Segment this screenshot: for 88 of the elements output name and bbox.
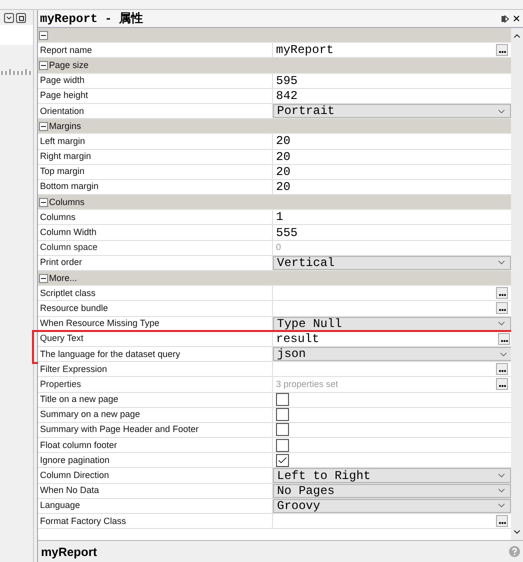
section-header[interactable]: Margins (38, 119, 511, 134)
collapse-icon[interactable] (39, 274, 48, 283)
section-header[interactable]: Page size (38, 58, 511, 74)
field-value[interactable]: 595 (276, 74, 298, 87)
collapse-icon[interactable] (39, 60, 48, 70)
field-value[interactable]: 555 (276, 226, 298, 239)
property-label: Right margin (40, 152, 92, 162)
property-label: When No Data (40, 486, 100, 496)
ellipsis-icon (498, 51, 506, 54)
section-header[interactable]: More... (38, 271, 511, 286)
property-label: Column Width (40, 228, 97, 238)
checkbox[interactable] (276, 393, 289, 406)
field-value[interactable]: 20 (276, 135, 290, 148)
section-label: More... (49, 274, 78, 283)
checkbox[interactable] (276, 408, 289, 422)
property-label: Top margin (40, 167, 85, 176)
panel-title: myReport - 属性 (40, 10, 144, 28)
property-label: Column space (40, 243, 98, 252)
field-value[interactable]: myReport (276, 44, 496, 56)
dropdown[interactable]: No Pages (273, 484, 511, 498)
field-value[interactable]: 20 (276, 150, 290, 163)
ellipsis-icon (500, 340, 508, 342)
dropdown-button[interactable] (4, 13, 14, 23)
ellipsis-button[interactable] (498, 332, 510, 345)
scrollbar[interactable] (511, 28, 523, 540)
dropdown[interactable]: Left to Right (273, 468, 511, 483)
dropdown[interactable]: json (273, 346, 513, 362)
property-label: Summary with Page Header and Footer (40, 425, 199, 434)
editor-canvas (0, 25, 33, 45)
property-label: Page height (40, 91, 88, 100)
section-label: Columns (49, 198, 85, 207)
field-value[interactable]: result (276, 332, 498, 345)
property-label: Resource bundle (40, 304, 108, 313)
property-label: Bottom margin (40, 182, 99, 192)
section-label: Page size (49, 60, 89, 70)
ellipsis-button[interactable] (496, 363, 508, 376)
property-label: Ignore pagination (40, 456, 110, 465)
chevron-down-icon (5, 14, 13, 22)
checkbox[interactable] (276, 423, 289, 436)
ruler-drawing (0, 69, 32, 75)
property-label: Title on a new page (40, 395, 118, 404)
field-value[interactable]: 1 (276, 211, 284, 224)
dropdown[interactable]: Portrait (273, 104, 511, 118)
collapse-icon[interactable] (39, 198, 48, 207)
section-header[interactable]: Columns (38, 195, 511, 210)
property-label: Orientation (40, 106, 84, 116)
checkbox[interactable] (276, 454, 289, 467)
ellipsis-icon (498, 370, 506, 372)
property-label: Format Factory Class (40, 516, 126, 526)
property-label: The language for the dataset query (40, 350, 180, 359)
property-label: Page width (40, 76, 85, 86)
dropdown[interactable]: Groovy (273, 498, 511, 513)
property-label: Float column footer (40, 440, 118, 450)
property-label: Columns (40, 212, 76, 222)
property-label: Properties (40, 380, 82, 389)
dropdown[interactable]: Vertical (273, 256, 511, 270)
ellipsis-button[interactable] (496, 515, 508, 528)
close-icon[interactable] (512, 14, 521, 23)
field-value[interactable]: 20 (276, 180, 290, 193)
dropdown[interactable]: Type Null (273, 316, 511, 331)
checkbox[interactable] (276, 438, 289, 452)
field-value[interactable]: 842 (276, 90, 298, 102)
ellipsis-icon (498, 522, 506, 524)
field-value[interactable]: 20 (276, 166, 290, 178)
pin-icon[interactable] (501, 14, 509, 22)
property-label: Language (40, 501, 80, 510)
ellipsis-button[interactable] (496, 44, 508, 56)
section-label: Margins (49, 122, 82, 131)
property-label: Query Text (40, 334, 84, 344)
collapse-icon[interactable] (39, 30, 48, 40)
property-label: Scriptlet class (40, 288, 96, 298)
footer-title: myReport (41, 544, 98, 560)
check-icon (277, 454, 288, 466)
ellipsis-button[interactable] (496, 302, 508, 314)
property-label: Print order (40, 258, 82, 268)
property-label: Left margin (40, 136, 86, 146)
ellipsis-button[interactable] (496, 287, 508, 300)
property-label: When Resource Missing Type (40, 319, 160, 328)
property-label: Column Direction (40, 471, 110, 480)
property-label: Summary on a new page (40, 410, 140, 420)
ellipsis-icon (498, 294, 506, 296)
property-label: Report name (40, 46, 92, 55)
ellipsis-icon (498, 309, 506, 312)
ellipsis-button[interactable] (496, 378, 508, 390)
property-label: Filter Expression (40, 364, 108, 374)
collapse-icon[interactable] (39, 122, 48, 131)
ellipsis-icon (498, 385, 506, 388)
maximize-button[interactable] (16, 13, 26, 23)
